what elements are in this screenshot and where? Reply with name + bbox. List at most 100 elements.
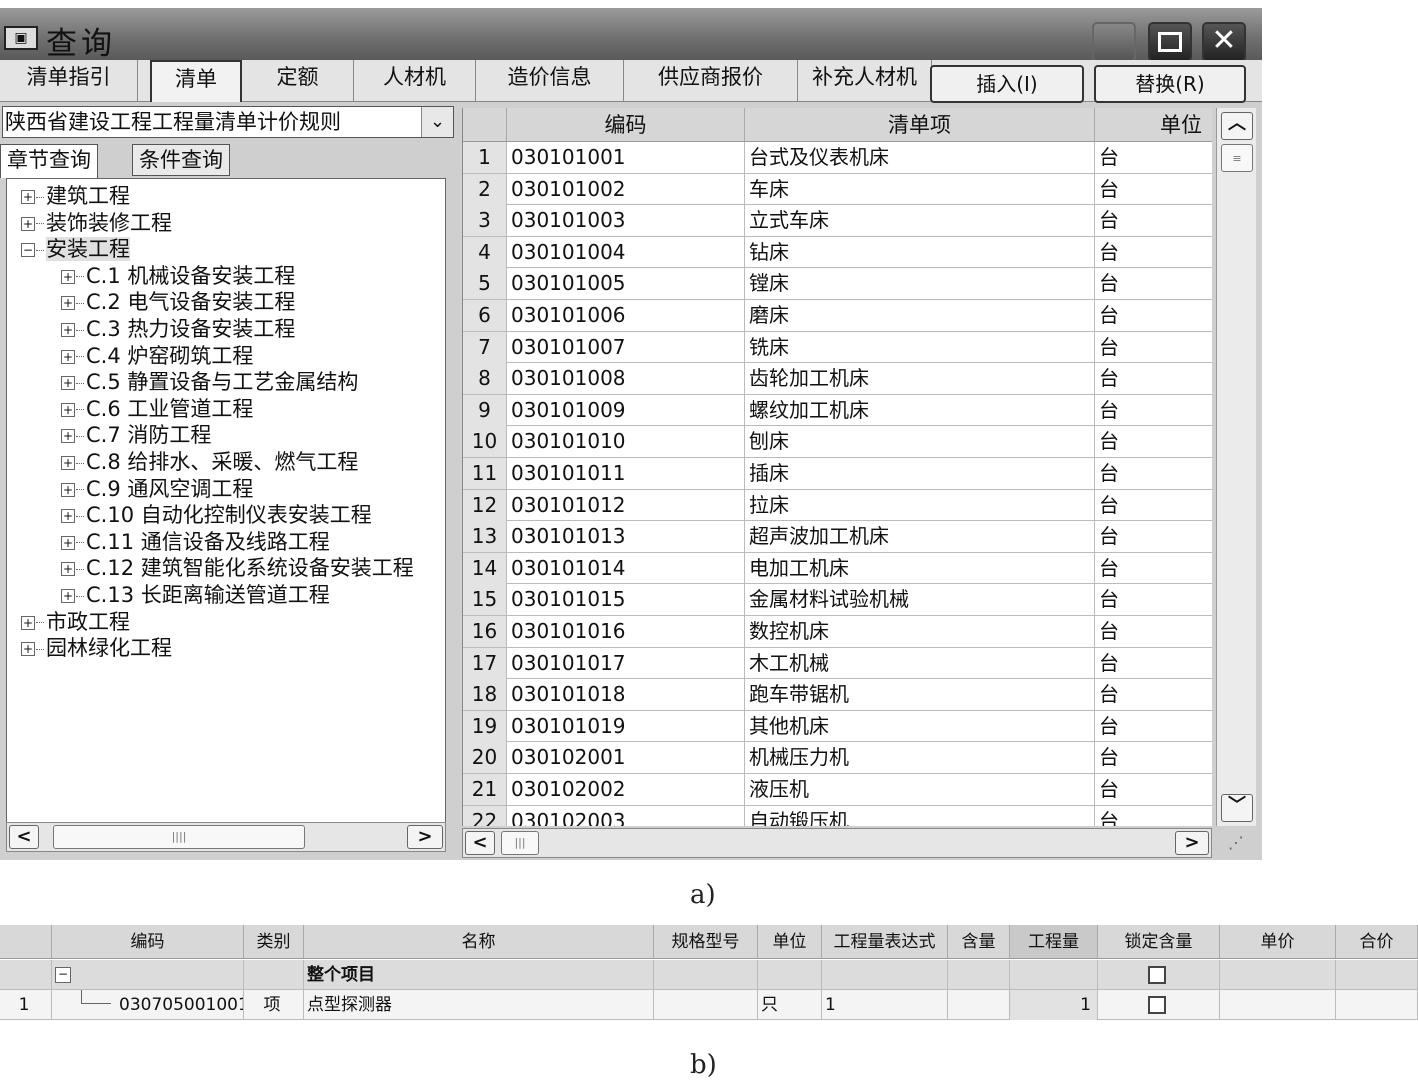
expand-icon[interactable]: + [21,615,35,630]
table-row[interactable]: 7 030101007 铣床台 [463,331,1212,364]
table-row[interactable]: 6 030101006 磨床台 [463,300,1212,332]
expand-icon[interactable]: + [21,190,35,204]
table-row[interactable]: 16 030101016 数控机床台 [463,616,1212,648]
expand-icon[interactable]: + [61,562,75,577]
table-row[interactable]: 1 030705001001 项点型探测器只 1 1 [0,990,1418,1020]
close-icon[interactable]: ✕ [1202,22,1246,62]
scroll-right-icon[interactable]: > [407,825,443,849]
table-row[interactable]: 18 030101018 跑车带锯机台 [463,679,1212,711]
expand-icon[interactable]: + [61,402,75,417]
tree-node[interactable]: + 市政工程 [21,609,130,635]
tab-supplement[interactable]: 补充人材机 [798,60,932,102]
tab-supplier-quote[interactable]: 供应商报价 [624,60,798,102]
header-type[interactable]: 类别 [244,925,304,959]
header-total[interactable]: 合价 [1336,925,1418,959]
tree-node[interactable]: + C.7 消防工程 [61,422,211,448]
scroll-right-icon[interactable]: > [1175,831,1209,855]
collapse-icon[interactable]: − [21,243,35,258]
tree-node[interactable]: + C.8 给排水、采暖、燃气工程 [61,449,358,475]
replace-button[interactable]: 替换(R) [1094,65,1246,103]
tab-condition-query[interactable]: 条件查询 [132,144,230,176]
grid-header-unit[interactable]: 单位 [1095,108,1212,142]
expand-icon[interactable]: + [61,269,75,284]
group-row[interactable]: − 整个项目 [0,960,1418,990]
table-row[interactable]: 5 030101005 镗床台 [463,268,1212,300]
tab-list[interactable]: 清单 [150,60,242,102]
insert-button[interactable]: 插入(I) [930,65,1084,103]
header-name[interactable]: 名称 [304,925,654,959]
resize-grip-icon[interactable]: ⋰ [1216,828,1256,858]
tree-node[interactable]: + C.2 电气设备安装工程 [61,289,295,315]
tree-node[interactable]: + 园林绿化工程 [21,635,172,661]
table-row[interactable]: 12 030101012 拉床台 [463,489,1212,522]
tab-labor-material-machine[interactable]: 人材机 [354,60,476,102]
tab-quota[interactable]: 定额 [242,60,354,102]
tree-node[interactable]: + C.12 建筑智能化系统设备安装工程 [61,555,414,581]
tree-node[interactable]: + C.6 工业管道工程 [61,396,253,422]
table-row[interactable]: 22 030102003 自动锻压机台 [463,805,1212,826]
chevron-down-icon[interactable]: ⌄ [421,107,453,137]
header-unit[interactable]: 单位 [758,925,822,959]
header-expr[interactable]: 工程量表达式 [822,925,948,959]
tree-node[interactable]: + C.13 长距离输送管道工程 [61,582,330,608]
tab-price-info[interactable]: 造价信息 [476,60,624,102]
scroll-thumb-vertical[interactable]: ≡ [1221,144,1253,172]
table-row[interactable]: 19 030101019 其他机床台 [463,710,1212,743]
expand-icon[interactable]: + [61,323,75,337]
table-row[interactable]: 9 030101009 螺纹加工机床台 [463,394,1212,427]
tree-node[interactable]: + C.4 炉窑砌筑工程 [61,343,253,369]
table-row[interactable]: 1 030101001 台式及仪表机床台 [463,142,1212,174]
grid-header-item[interactable]: 清单项 [745,108,1095,142]
table-row[interactable]: 15 030101015 金属材料试验机械台 [463,584,1212,616]
table-row[interactable]: 3 030101003 立式车床台 [463,205,1212,237]
scroll-up-icon[interactable]: ︿ [1221,112,1253,140]
tree-node[interactable]: + 装饰装修工程 [21,210,172,236]
header-index[interactable] [0,925,52,959]
tree-node[interactable]: + C.11 通信设备及线路工程 [61,529,330,555]
table-row[interactable]: 21 030102002 液压机台 [463,774,1212,806]
expand-icon[interactable]: + [61,429,75,444]
table-row[interactable]: 10 030101010 刨床台 [463,426,1212,458]
expand-icon[interactable]: + [61,509,75,524]
scroll-left-icon[interactable]: < [9,825,39,849]
scroll-thumb[interactable]: |||| [53,825,305,849]
expand-icon[interactable]: + [61,296,75,311]
expand-icon[interactable]: + [21,216,35,231]
tree-node[interactable]: + C.9 通风空调工程 [61,476,253,502]
table-row[interactable]: 20 030102001 机械压力机台 [463,742,1212,774]
tree-node[interactable]: − 安装工程 [21,236,130,262]
tree-node[interactable]: + C.5 静置设备与工艺金属结构 [61,369,358,395]
standard-select[interactable]: 陕西省建设工程工程量清单计价规则 ⌄ [2,106,454,138]
expand-icon[interactable]: + [61,589,75,603]
table-row[interactable]: 11 030101011 插床台 [463,458,1212,490]
table-row[interactable]: 13 030101013 超声波加工机床台 [463,521,1212,553]
minimize-icon[interactable] [1092,22,1136,62]
expand-icon[interactable]: + [61,376,75,391]
table-row[interactable]: 8 030101008 齿轮加工机床台 [463,363,1212,395]
table-row[interactable]: 4 030101004 钻床台 [463,236,1212,269]
tree-node[interactable]: + C.10 自动化控制仪表安装工程 [61,502,372,528]
header-price[interactable]: 单价 [1220,925,1336,959]
expand-icon[interactable]: + [61,349,75,364]
tab-list-guide[interactable]: 清单指引 [0,60,138,102]
header-spec[interactable]: 规格型号 [654,925,758,959]
tree-node[interactable]: + 建筑工程 [21,183,130,209]
title-bar[interactable]: ▣ 查询 ✕ [0,8,1262,62]
expand-icon[interactable]: + [21,642,35,657]
collapse-icon[interactable]: − [55,967,71,983]
grid-vertical-scrollbar[interactable]: ︿ ≡ ﹀ [1216,108,1256,826]
maximize-icon[interactable] [1148,22,1192,62]
header-code[interactable]: 编码 [52,925,244,959]
tab-chapter-query[interactable]: 章节查询 [0,144,98,178]
scroll-left-icon[interactable]: < [465,831,495,855]
lock-checkbox[interactable] [1148,966,1166,984]
table-row[interactable]: 14 030101014 电加工机床台 [463,552,1212,585]
table-row[interactable]: 2 030101002 车床台 [463,173,1212,206]
tree-node[interactable]: + C.1 机械设备安装工程 [61,263,295,289]
tree-horizontal-scrollbar[interactable]: < |||| > [6,822,446,852]
lock-checkbox[interactable] [1148,996,1166,1014]
header-lock[interactable]: 锁定含量 [1098,925,1220,959]
header-qty[interactable]: 工程量 [1010,925,1098,959]
table-row[interactable]: 17 030101017 木工机械台 [463,647,1212,680]
grid-header-code[interactable]: 编码 [507,108,745,142]
